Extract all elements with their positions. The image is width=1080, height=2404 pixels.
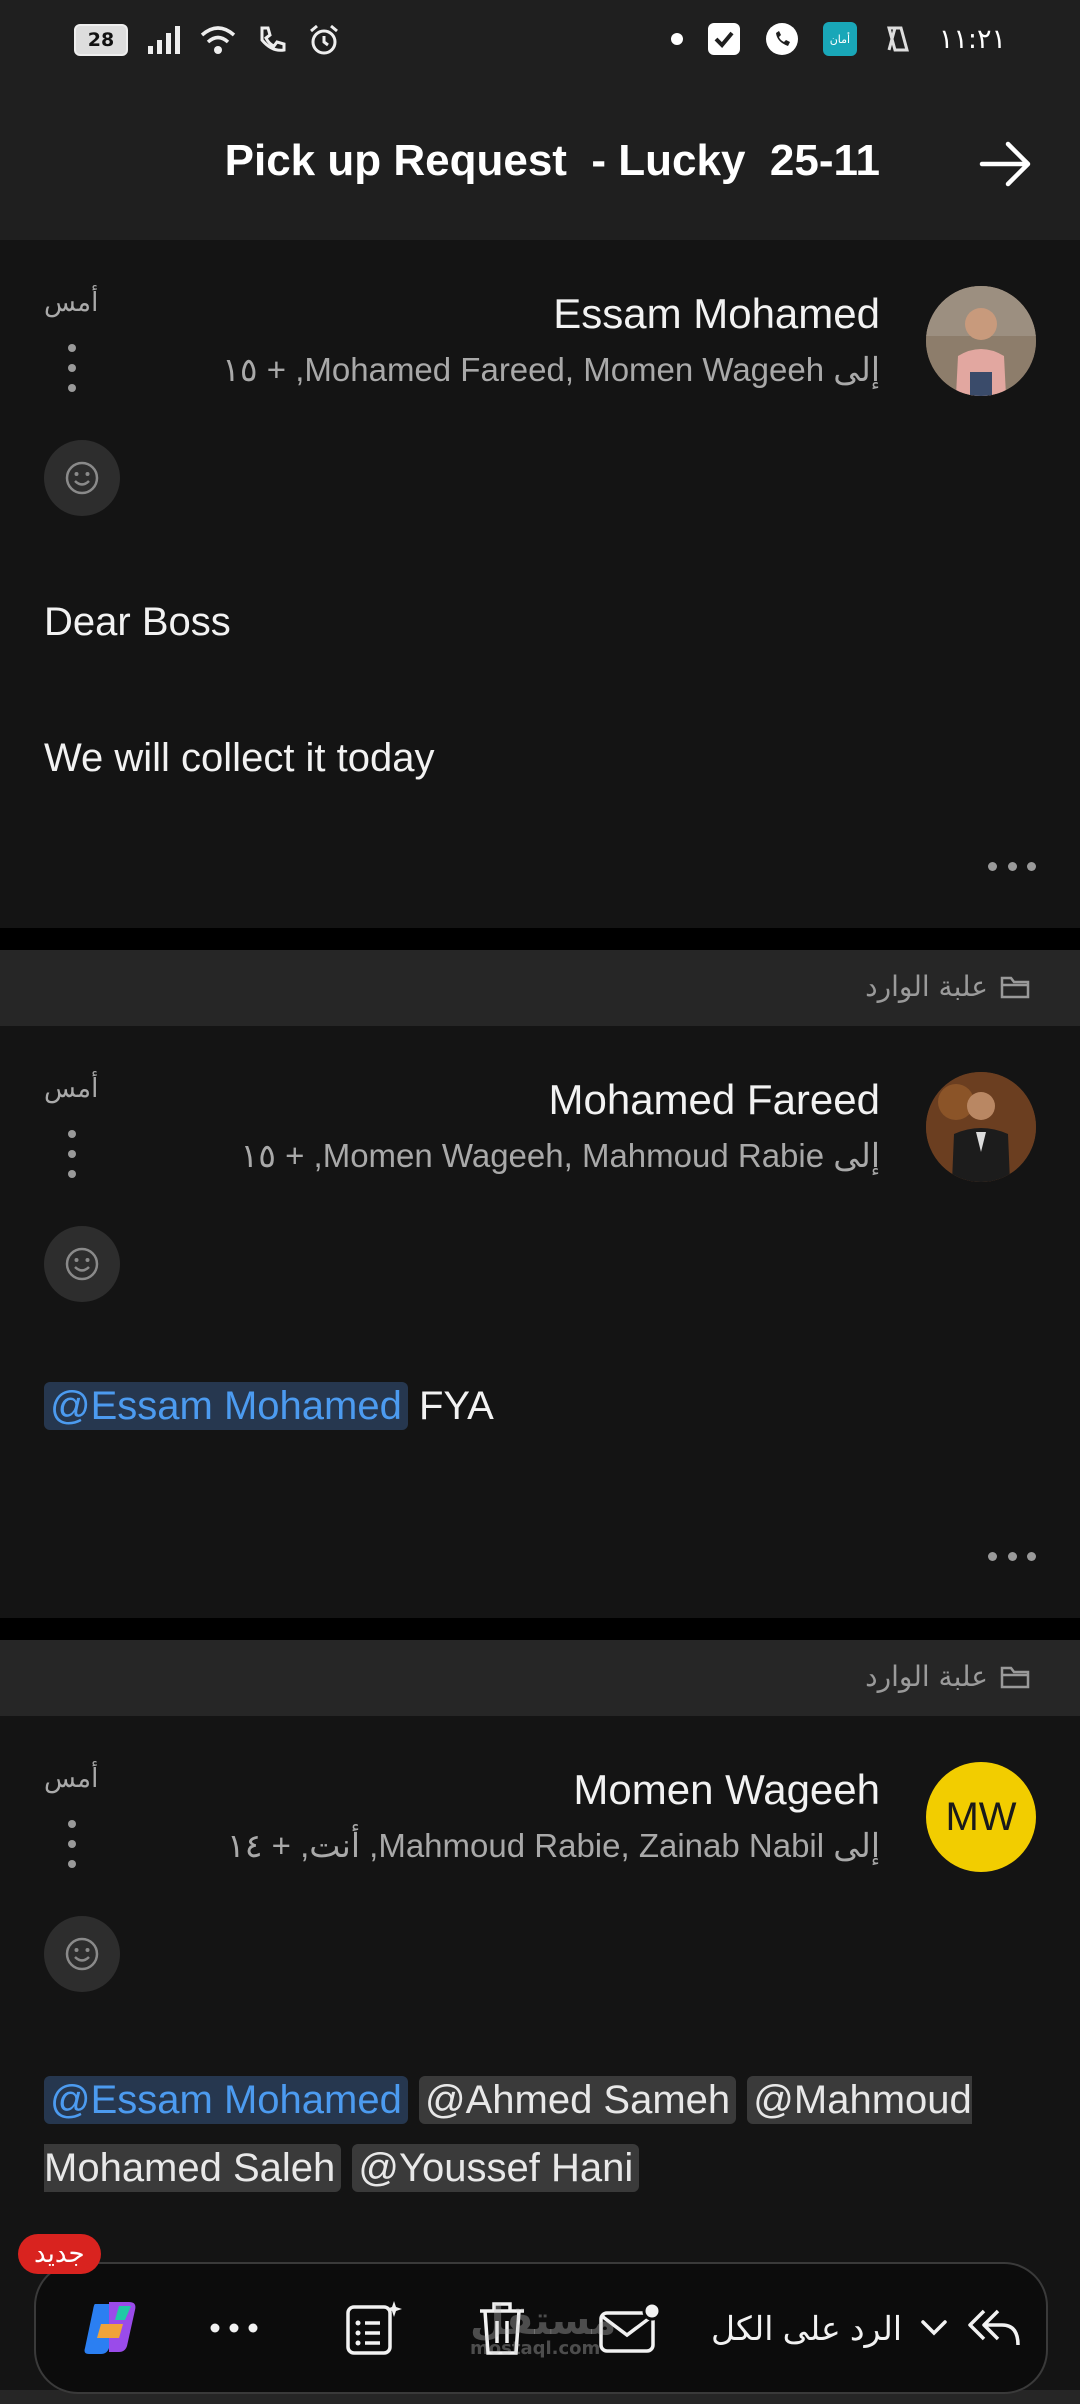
bottom-action-bar: الرد على الكل: [34, 2262, 1048, 2394]
wifi-icon: [200, 26, 236, 54]
copilot-button[interactable]: [62, 2264, 162, 2392]
show-more-button[interactable]: [988, 1550, 1036, 1562]
message-body: @Essam Mohamed @Ahmed Sameh @Mahmoud Moh…: [44, 2066, 1034, 2202]
notification-dot-icon: [670, 33, 683, 45]
message-body-line: We will collect it today: [44, 736, 435, 780]
ellipsis-icon: [210, 2323, 258, 2333]
status-left: 28: [74, 24, 340, 56]
alarm-icon: [310, 24, 338, 55]
folder-bar: علبة الوارد: [0, 950, 1080, 1026]
more-actions-button[interactable]: [192, 2264, 276, 2392]
smiley-icon: [65, 1247, 99, 1281]
message-date: أمس: [44, 1074, 99, 1104]
whatsapp-icon: [765, 23, 798, 55]
copilot-status-icon: [886, 26, 909, 52]
sender-name: Mohamed Fareed: [548, 1076, 880, 1123]
conversation-header: Pick up Request - Lucky 25-11: [0, 88, 1080, 240]
summarize-button[interactable]: [326, 2264, 422, 2392]
add-reaction-button[interactable]: [44, 1226, 120, 1302]
folder-label: علبة الوارد: [865, 970, 1030, 1003]
recipients[interactable]: إلى Mohamed Fareed, Momen Wageeh, + ١٥: [222, 350, 880, 389]
status-right: أمان ١١:٢١: [670, 22, 1006, 56]
trash-icon: [480, 2302, 524, 2355]
reply-all-icon: [968, 2309, 1020, 2346]
mention-chip[interactable]: @Youssef Hani: [352, 2144, 640, 2192]
battery-indicator: 28: [74, 24, 128, 56]
mention-chip[interactable]: @Essam Mohamed: [44, 1382, 408, 1430]
sparkle-list-icon: [346, 2301, 402, 2355]
clock: ١١:٢١: [938, 23, 1006, 55]
message-options-button[interactable]: [66, 1130, 78, 1178]
folder-bar: علبة الوارد: [0, 1640, 1080, 1716]
status-bar: 28 أمان ١١:٢١: [0, 0, 1080, 88]
message-card[interactable]: Essam Mohamed إلى Mohamed Fareed, Momen …: [0, 240, 1080, 928]
message-body: @Essam Mohamed FYA: [44, 1382, 494, 1430]
envelope-unread-icon: [599, 2301, 662, 2353]
sender-avatar[interactable]: [926, 1072, 1036, 1182]
message-date: أمس: [44, 1764, 99, 1794]
recipients[interactable]: إلى Mahmoud Rabie, Zainab Nabil, أنت, + …: [227, 1826, 880, 1865]
message-options-button[interactable]: [66, 344, 78, 392]
folder-label: علبة الوارد: [865, 1660, 1030, 1693]
sender-avatar[interactable]: MW: [926, 1762, 1036, 1872]
chevron-down-icon[interactable]: [920, 2319, 948, 2337]
mention-chip[interactable]: @Essam Mohamed: [44, 2076, 408, 2124]
person-photo-icon: [926, 1072, 1036, 1182]
smiley-icon: [65, 461, 99, 495]
add-reaction-button[interactable]: [44, 440, 120, 516]
folder-icon: [1000, 1666, 1030, 1688]
wifi-call-icon: [260, 26, 286, 52]
message-date: أمس: [44, 288, 99, 318]
mark-unread-button[interactable]: [580, 2264, 680, 2392]
new-badge: جديد: [18, 2234, 101, 2274]
folder-icon: [1000, 976, 1030, 998]
aman-app-icon: أمان: [822, 22, 857, 56]
show-more-button[interactable]: [988, 860, 1036, 872]
message-options-button[interactable]: [66, 1820, 78, 1868]
copilot-icon: [84, 2302, 136, 2354]
smiley-icon: [65, 1937, 99, 1971]
message-body-line: Dear Boss: [44, 600, 231, 644]
recipients[interactable]: إلى Momen Wageeh, Mahmoud Rabie, + ١٥: [240, 1136, 880, 1175]
add-reaction-button[interactable]: [44, 1916, 120, 1992]
signal-icon: [148, 26, 180, 54]
task-save-icon: [707, 23, 740, 55]
sender-name: Essam Mohamed: [553, 290, 880, 337]
reply-all-button[interactable]: الرد على الكل: [702, 2264, 1026, 2392]
conversation-title: Pick up Request - Lucky 25-11: [224, 136, 880, 185]
reply-all-label: الرد على الكل: [710, 2309, 902, 2347]
message-body-text: FYA: [407, 1384, 494, 1428]
sender-name: Momen Wageeh: [573, 1766, 880, 1813]
delete-button[interactable]: [454, 2264, 550, 2392]
back-arrow-icon[interactable]: [978, 140, 1034, 188]
mention-chip[interactable]: @Ahmed Sameh: [418, 2076, 737, 2124]
sender-avatar[interactable]: [926, 286, 1036, 396]
person-photo-icon: [926, 286, 1036, 396]
message-card[interactable]: Mohamed Fareed إلى Momen Wageeh, Mahmoud…: [0, 1026, 1080, 1618]
